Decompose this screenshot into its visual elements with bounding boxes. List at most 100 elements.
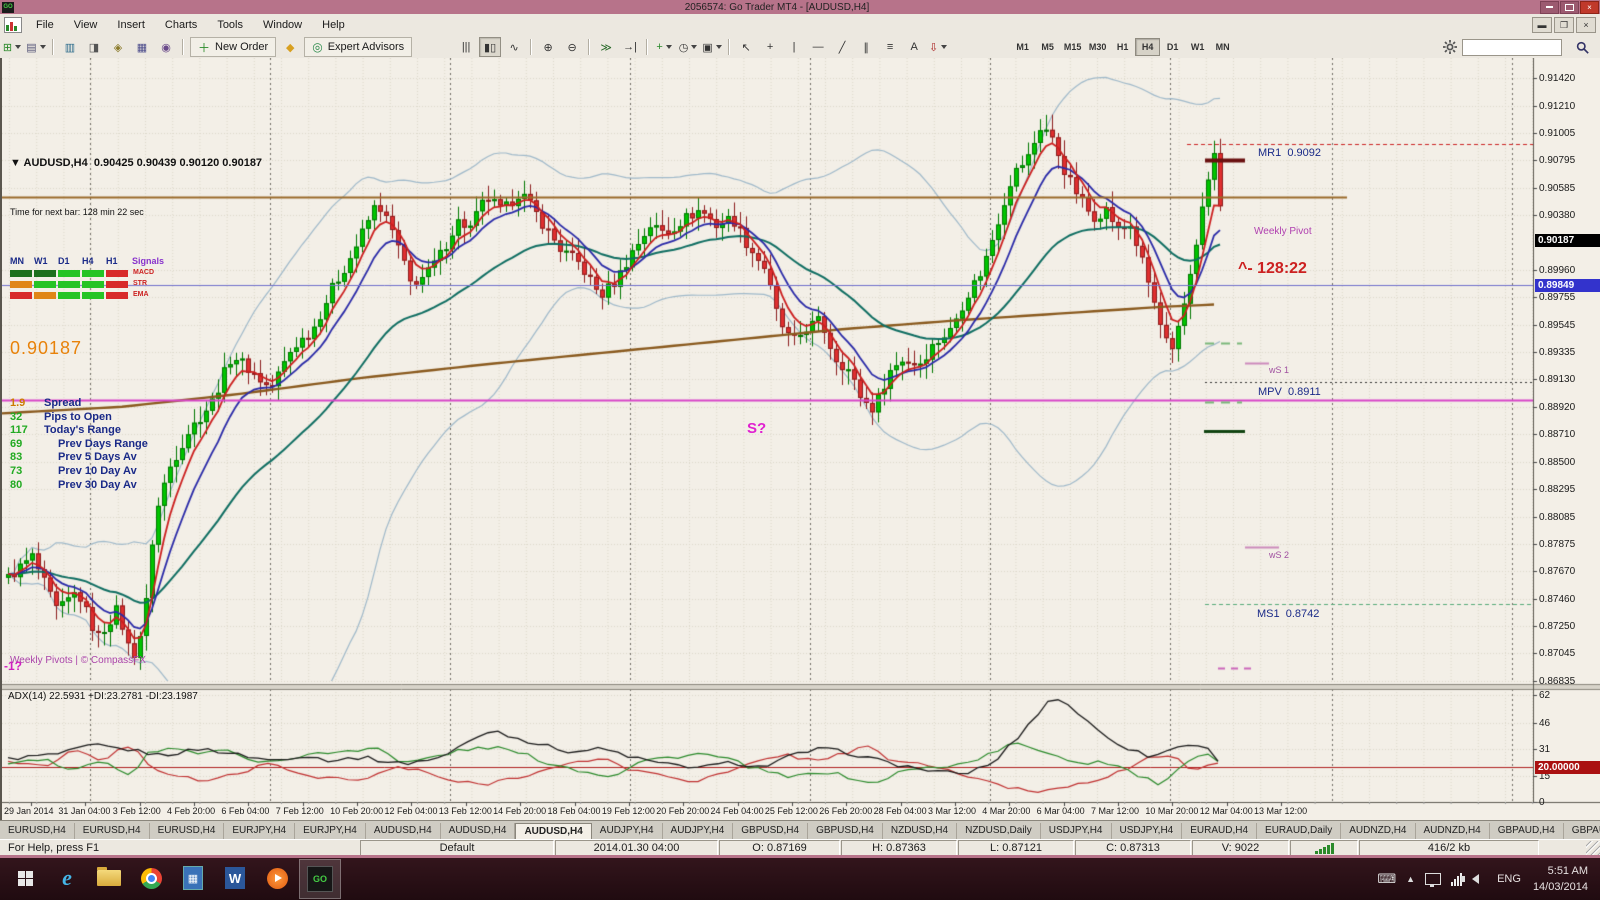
- chrome-button[interactable]: [131, 859, 171, 897]
- chart-tab-eurjpy-h4[interactable]: EURJPY,H4: [224, 823, 296, 840]
- chart-tab-audjpy-h4[interactable]: AUDJPY,H4: [663, 823, 734, 840]
- timeframe-mn-button[interactable]: MN: [1210, 38, 1235, 56]
- chart-tab-audjpy-h4[interactable]: AUDJPY,H4: [592, 823, 663, 840]
- menu-view[interactable]: View: [64, 16, 108, 34]
- volume-icon[interactable]: [1461, 874, 1480, 884]
- terminal-button[interactable]: ▦: [131, 37, 153, 57]
- arrows-button[interactable]: ⇩: [927, 37, 949, 57]
- chart-tab-usdjpy-h4[interactable]: USDJPY,H4: [1041, 823, 1112, 840]
- menu-insert[interactable]: Insert: [107, 16, 155, 34]
- child-minimize-button[interactable]: ▬: [1532, 17, 1552, 33]
- chart-tab-gbpaud-daily[interactable]: GBPAUD,Daily: [1564, 823, 1600, 840]
- menu-window[interactable]: Window: [253, 16, 312, 34]
- settings-gear-icon[interactable]: [1439, 37, 1461, 57]
- zoom-out-button[interactable]: ⊖: [561, 37, 583, 57]
- templates-button[interactable]: ▣: [701, 37, 723, 57]
- trendline-button[interactable]: ╱: [831, 37, 853, 57]
- word-button[interactable]: W: [215, 859, 255, 897]
- pivot-artifact-label: -1?: [4, 659, 22, 673]
- search-input[interactable]: [1462, 38, 1562, 56]
- chart-tab-nzdusd-h4[interactable]: NZDUSD,H4: [883, 823, 958, 840]
- close-button[interactable]: ×: [1580, 0, 1599, 14]
- chart-tab-gbpusd-h4[interactable]: GBPUSD,H4: [808, 823, 883, 840]
- timeframe-w1-button[interactable]: W1: [1185, 38, 1210, 56]
- auto-scroll-button[interactable]: ≫: [595, 37, 617, 57]
- strategy-tester-button[interactable]: ◉: [155, 37, 177, 57]
- chart-tab-gbpaud-h4[interactable]: GBPAUD,H4: [1490, 823, 1564, 840]
- chart-tab-audusd-h4[interactable]: AUDUSD,H4: [441, 823, 516, 840]
- chart-tab-usdjpy-h4[interactable]: USDJPY,H4: [1112, 823, 1183, 840]
- menu-charts[interactable]: Charts: [155, 16, 207, 34]
- chart-tab-audnzd-h4[interactable]: AUDNZD,H4: [1416, 823, 1490, 840]
- maximize-button[interactable]: [1560, 0, 1579, 14]
- chart-tab-eurusd-h4[interactable]: EURUSD,H4: [75, 823, 150, 840]
- signals-row: STR: [10, 280, 262, 289]
- indicators-icon: +: [656, 41, 663, 53]
- clock[interactable]: 5:51 AM 14/03/2014: [1533, 863, 1588, 896]
- text-button[interactable]: A: [903, 37, 925, 57]
- chart-tab-euraud-h4[interactable]: EURAUD,H4: [1182, 823, 1258, 840]
- timeframe-d1-button[interactable]: D1: [1160, 38, 1185, 56]
- start-button[interactable]: [5, 859, 45, 897]
- menu-help[interactable]: Help: [312, 16, 355, 34]
- chart-tab-eurusd-h4[interactable]: EURUSD,H4: [0, 823, 75, 840]
- chart-tab-eurusd-h4[interactable]: EURUSD,H4: [150, 823, 225, 840]
- menu-file[interactable]: File: [26, 16, 64, 34]
- question-label: S?: [747, 420, 767, 437]
- file-explorer-button[interactable]: [89, 859, 129, 897]
- media-player-button[interactable]: [257, 859, 297, 897]
- tray-expand-icon[interactable]: ▲: [1406, 874, 1415, 884]
- child-close-button[interactable]: ×: [1576, 17, 1596, 33]
- metaeditor-button[interactable]: ◆: [279, 37, 301, 57]
- vertical-line-button[interactable]: |: [783, 37, 805, 57]
- new-chart-button[interactable]: ⊞: [1, 37, 23, 57]
- line-chart-button[interactable]: ∿: [503, 37, 525, 57]
- menu-tools[interactable]: Tools: [207, 16, 253, 34]
- chart-tab-audusd-h4[interactable]: AUDUSD,H4: [515, 823, 592, 840]
- crosshair-button[interactable]: +: [759, 37, 781, 57]
- indicators-button[interactable]: +: [653, 37, 675, 57]
- timeframe-h1-button[interactable]: H1: [1110, 38, 1135, 56]
- chart-tab-audusd-h4[interactable]: AUDUSD,H4: [366, 823, 441, 840]
- market-watch-button[interactable]: ▥: [59, 37, 81, 57]
- resize-grip[interactable]: [1586, 841, 1600, 855]
- keyboard-icon[interactable]: ⌨: [1377, 871, 1396, 887]
- symbol-info-panel: ▼ AUDUSD,H4 0.90425 0.90439 0.90120 0.90…: [10, 120, 262, 528]
- zoom-in-button[interactable]: ⊕: [537, 37, 559, 57]
- timeframe-m15-button[interactable]: M15: [1060, 38, 1085, 56]
- new-order-button[interactable]: ＋ New Order: [190, 37, 277, 57]
- chart-shift-button[interactable]: →|: [619, 37, 641, 57]
- language-indicator[interactable]: ENG: [1497, 873, 1521, 885]
- internet-explorer-button[interactable]: e: [47, 859, 87, 897]
- calculator-button[interactable]: ▦: [173, 859, 213, 897]
- channel-button[interactable]: ∥: [855, 37, 877, 57]
- chart-tab-gbpusd-h4[interactable]: GBPUSD,H4: [733, 823, 809, 840]
- ohlc-dropdown-icon[interactable]: ▼: [10, 157, 24, 169]
- chart-window-icon: [4, 17, 22, 33]
- timeframe-h4-button[interactable]: H4: [1135, 38, 1161, 56]
- go-trader-button[interactable]: GO: [299, 859, 341, 899]
- chart-tab-nzdusd-daily[interactable]: NZDUSD,Daily: [957, 823, 1041, 840]
- search-icon[interactable]: [1571, 37, 1593, 57]
- timeframe-m1-button[interactable]: M1: [1010, 38, 1035, 56]
- data-window-button[interactable]: ◨: [83, 37, 105, 57]
- timeframe-m30-button[interactable]: M30: [1085, 38, 1110, 56]
- chart-tab-euraud-daily[interactable]: EURAUD,Daily: [1257, 823, 1342, 840]
- profiles-button[interactable]: ▤: [25, 37, 47, 57]
- expert-advisors-button[interactable]: ◎ Expert Advisors: [304, 37, 413, 57]
- periods-button[interactable]: ◷: [677, 37, 699, 57]
- horizontal-line-button[interactable]: —: [807, 37, 829, 57]
- child-restore-button[interactable]: ❒: [1554, 17, 1574, 33]
- minimize-button[interactable]: [1540, 0, 1559, 14]
- fibonacci-button[interactable]: ≡: [879, 37, 901, 57]
- cursor-button[interactable]: ↖: [735, 37, 757, 57]
- navigator-button[interactable]: ◈: [107, 37, 129, 57]
- candlestick-icon: ▮▯: [484, 41, 497, 54]
- chart-tab-audnzd-h4[interactable]: AUDNZD,H4: [1341, 823, 1416, 840]
- chart-tab-eurjpy-h4[interactable]: EURJPY,H4: [295, 823, 366, 840]
- date-axis-label: 10 Feb 20:00: [330, 806, 384, 816]
- candlestick-button[interactable]: ▮▯: [479, 37, 502, 57]
- monitor-icon[interactable]: [1425, 873, 1442, 887]
- bar-chart-button[interactable]: |||: [455, 37, 477, 57]
- timeframe-m5-button[interactable]: M5: [1035, 38, 1060, 56]
